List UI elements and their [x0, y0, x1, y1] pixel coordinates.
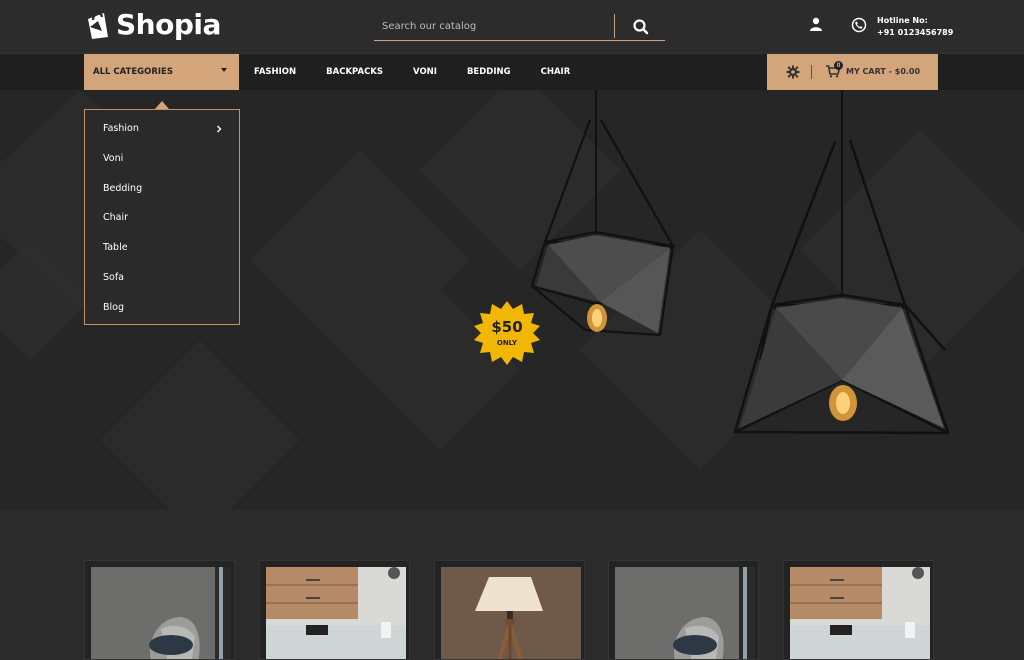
caret-down-icon — [221, 68, 227, 72]
nav-link-fashion[interactable]: FASHION — [254, 67, 296, 77]
product-image-chair — [91, 567, 231, 659]
dropdown-item-table[interactable]: Table — [103, 242, 128, 253]
dropdown-item-voni[interactable]: Voni — [103, 153, 123, 164]
product-card[interactable] — [608, 560, 759, 660]
cart-label[interactable]: MY CART - $0.00 — [846, 67, 920, 76]
nav-link-chair[interactable]: CHAIR — [541, 67, 571, 77]
dropdown-item-blog[interactable]: Blog — [103, 302, 124, 313]
all-categories-button[interactable]: ALL CATEGORIES — [84, 54, 239, 90]
nav-link-backpacks[interactable]: BACKPACKS — [326, 67, 383, 77]
gear-icon[interactable] — [786, 65, 800, 79]
search-bar — [374, 12, 665, 41]
hotline-info: Hotline No: +91 0123456789 — [877, 15, 953, 39]
hotline-number[interactable]: +91 0123456789 — [877, 27, 953, 39]
logo-bag-icon — [88, 11, 108, 39]
product-card[interactable] — [84, 560, 235, 660]
logo[interactable]: Shopia — [84, 8, 221, 41]
cart-separator — [811, 65, 812, 79]
nav-links: FASHION BACKPACKS VONI BEDDING CHAIR — [254, 54, 570, 90]
dropdown-item-sofa[interactable]: Sofa — [103, 272, 124, 283]
nav-link-voni[interactable]: VONI — [413, 67, 437, 77]
nav-link-bedding[interactable]: BEDDING — [467, 67, 511, 77]
dropdown-item-chair[interactable]: Chair — [103, 212, 128, 223]
logo-text: Shopia — [116, 8, 221, 41]
hotline-label: Hotline No: — [877, 16, 928, 25]
dropdown-item-bedding[interactable]: Bedding — [103, 183, 142, 194]
categories-dropdown: Fashion Voni Bedding Chair Table Sofa Bl… — [84, 109, 240, 325]
product-image-chair — [615, 567, 755, 659]
phone-icon — [851, 17, 867, 33]
header: Shopia Hotline No: +91 0123456789 — [0, 0, 1024, 54]
search-input[interactable] — [382, 16, 607, 36]
product-card[interactable] — [434, 560, 585, 660]
main-nav: ALL CATEGORIES FASHION BACKPACKS VONI BE… — [0, 54, 1024, 90]
search-icon[interactable] — [631, 17, 651, 37]
user-icon[interactable] — [808, 16, 824, 32]
chevron-right-icon[interactable] — [215, 125, 223, 133]
cart-area: 0 MY CART - $0.00 — [767, 54, 938, 90]
dropdown-item-fashion[interactable]: Fashion — [103, 123, 139, 134]
cart-count-badge: 0 — [834, 61, 843, 70]
search-divider — [614, 14, 615, 38]
sale-price-note: ONLY — [496, 339, 518, 347]
product-image-lamp — [441, 567, 581, 659]
product-image-desk — [266, 567, 406, 659]
product-strip — [0, 510, 1024, 660]
product-image-desk — [790, 567, 930, 659]
product-card[interactable] — [259, 560, 410, 660]
all-categories-label: ALL CATEGORIES — [93, 67, 173, 77]
sale-price: $50 — [491, 318, 523, 336]
dropdown-arrow — [155, 101, 169, 109]
product-card[interactable] — [783, 560, 934, 660]
